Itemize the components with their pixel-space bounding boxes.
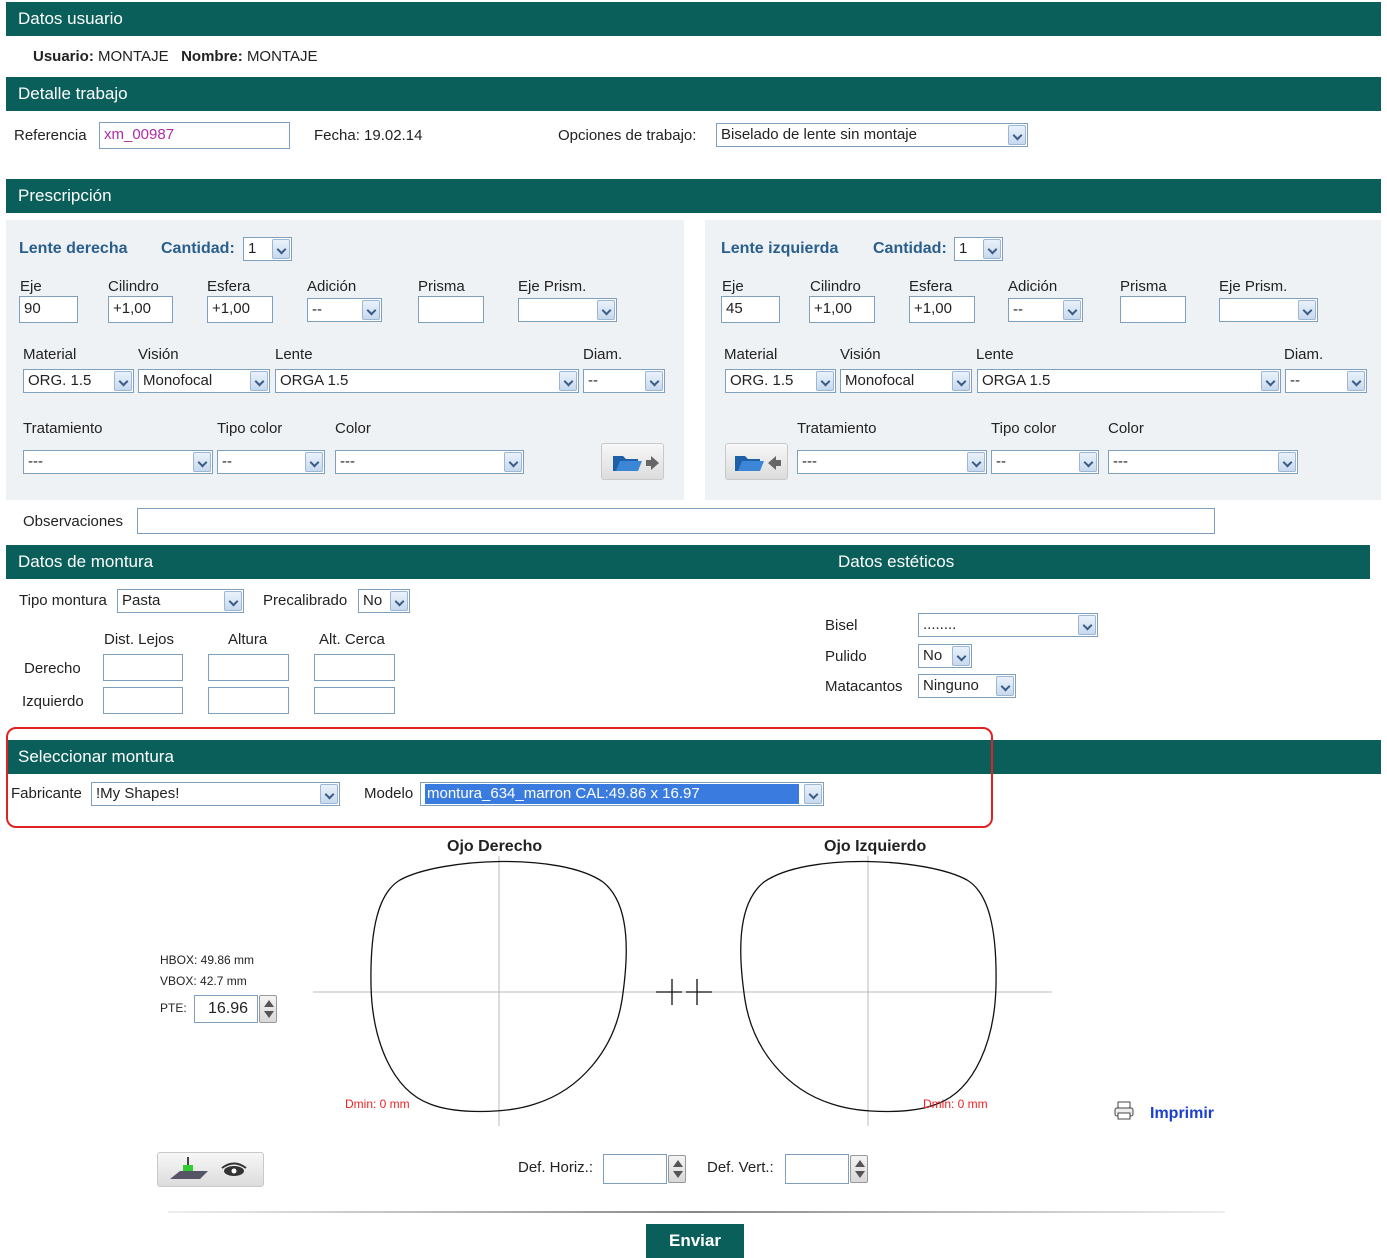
pte-label: PTE: — [160, 1001, 187, 1015]
tracer-eye-icon — [170, 1157, 247, 1179]
def-horiz-input[interactable] — [603, 1154, 667, 1184]
divider — [168, 1211, 1225, 1213]
dmin-right-text: Dmin: 0 mm — [345, 1097, 410, 1111]
def-vert-spinner[interactable] — [850, 1155, 868, 1183]
def-horiz-spinner[interactable] — [668, 1155, 686, 1183]
hbox-text: HBOX: 49.86 mm — [160, 953, 255, 967]
def-horiz-label: Def. Horiz.: — [518, 1159, 594, 1176]
enviar-button[interactable]: Enviar — [646, 1224, 744, 1258]
dmin-left-text: Dmin: 0 mm — [923, 1097, 988, 1111]
view-toggle-button[interactable] — [157, 1152, 264, 1187]
pte-input[interactable]: 16.96 — [194, 995, 258, 1023]
imprimir-link[interactable]: Imprimir — [1150, 1105, 1214, 1123]
printer-icon[interactable] — [1113, 1100, 1135, 1122]
pte-spinner[interactable] — [259, 995, 277, 1023]
lens-shape-canvas — [313, 856, 1052, 1126]
def-vert-input[interactable] — [785, 1154, 849, 1184]
vbox-text: VBOX: 42.7 mm — [160, 974, 247, 988]
def-vert-label: Def. Vert.: — [707, 1159, 774, 1176]
